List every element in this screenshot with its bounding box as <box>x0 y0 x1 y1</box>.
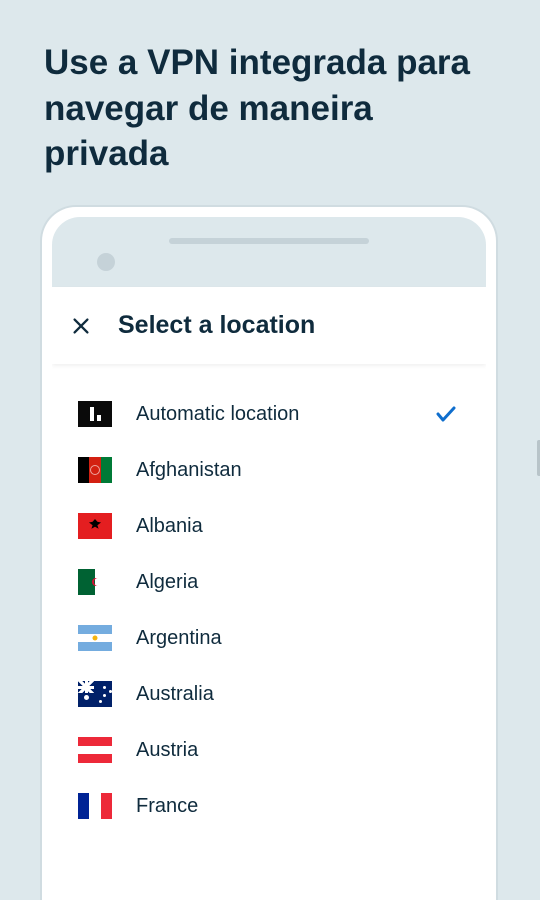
location-label: Australia <box>136 683 458 706</box>
austria-flag-icon <box>78 737 112 763</box>
afghanistan-flag-icon <box>78 457 112 483</box>
sheet-title: Select a location <box>118 311 315 340</box>
location-list[interactable]: Automatic location Afghanistan Al <box>52 364 486 900</box>
phone-camera <box>97 253 115 271</box>
phone-speaker <box>169 238 369 244</box>
algeria-flag-icon <box>78 569 112 595</box>
location-row-australia[interactable]: Australia <box>52 666 486 722</box>
phone-frame: Select a location Automatic location <box>40 205 498 900</box>
location-row-argentina[interactable]: Argentina <box>52 610 486 666</box>
australia-flag-icon <box>78 681 112 707</box>
sheet-header: Select a location <box>52 287 486 364</box>
france-flag-icon <box>78 793 112 819</box>
location-row-automatic[interactable]: Automatic location <box>52 386 486 442</box>
location-label: Afghanistan <box>136 459 458 482</box>
location-label: Algeria <box>136 571 458 594</box>
albania-flag-icon <box>78 513 112 539</box>
phone-screen: Select a location Automatic location <box>52 217 486 900</box>
headline-text: Use a VPN integrada para navegar de mane… <box>0 0 540 197</box>
argentina-flag-icon <box>78 625 112 651</box>
location-row-austria[interactable]: Austria <box>52 722 486 778</box>
location-label: Austria <box>136 739 458 762</box>
close-icon[interactable] <box>70 315 92 337</box>
location-label: Albania <box>136 515 458 538</box>
check-icon <box>434 402 458 426</box>
location-label: Argentina <box>136 627 458 650</box>
location-row-albania[interactable]: Albania <box>52 498 486 554</box>
automatic-icon <box>78 401 112 427</box>
location-label: Automatic location <box>136 403 410 426</box>
location-sheet: Select a location Automatic location <box>52 287 486 900</box>
location-label: France <box>136 795 458 818</box>
location-row-algeria[interactable]: Algeria <box>52 554 486 610</box>
location-row-afghanistan[interactable]: Afghanistan <box>52 442 486 498</box>
location-row-france[interactable]: France <box>52 778 486 834</box>
